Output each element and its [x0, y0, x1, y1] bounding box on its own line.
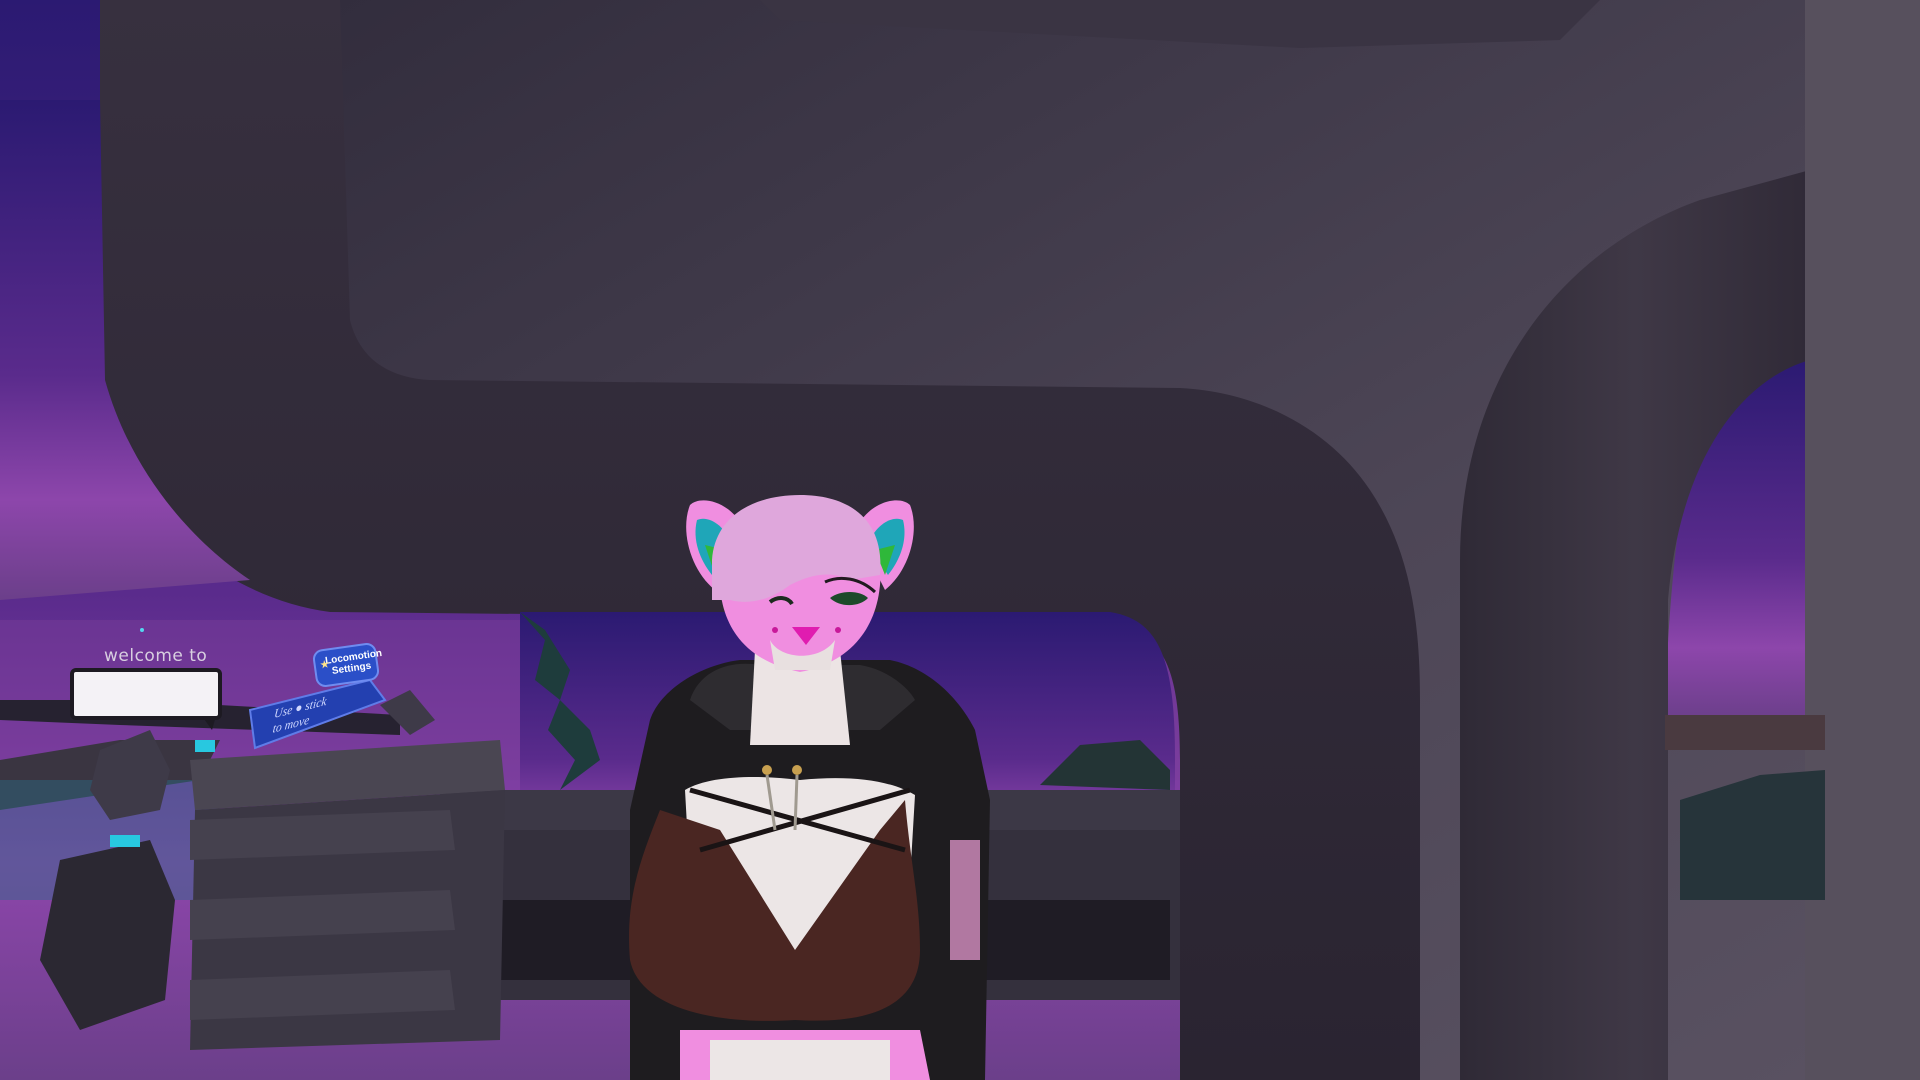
welcome-sign-caption: welcome to [104, 646, 208, 666]
avatar-sleeve [950, 840, 980, 960]
welcome-sign-box [70, 668, 222, 730]
stone-wall-right [1805, 0, 1920, 1080]
game-viewport [0, 0, 1920, 1080]
walking-figure-icon: ★ [319, 658, 331, 672]
right-rail [1665, 715, 1825, 750]
